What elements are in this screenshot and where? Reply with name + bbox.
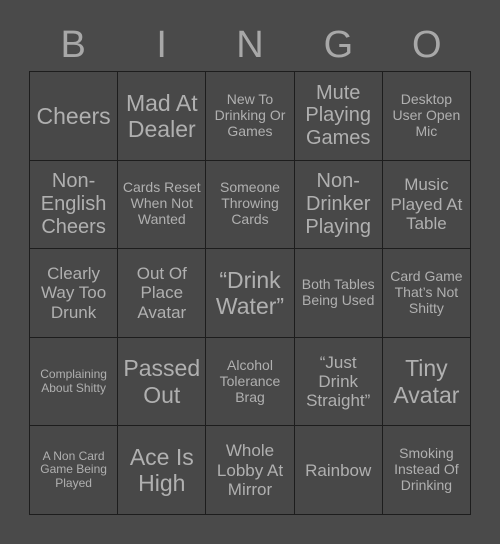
bingo-cell-label: Music Played At Table: [390, 175, 463, 234]
bingo-cell-r1c4[interactable]: Mute Playing Games: [294, 72, 382, 160]
bingo-cell-r4c4[interactable]: “Just Drink Straight”: [294, 337, 382, 426]
bingo-cell-r3c1[interactable]: Clearly Way Too Drunk: [30, 249, 118, 337]
bingo-cell-r5c3[interactable]: Whole Lobby At Mirror: [206, 426, 294, 514]
bingo-cell-label: Ace Is High: [129, 443, 194, 497]
bingo-cell-label: New To Drinking Or Games: [214, 90, 286, 139]
bingo-header-letter-b: B: [60, 23, 86, 66]
bingo-cell-r4c5[interactable]: Tiny Avatar: [382, 337, 470, 426]
bingo-cell-label: Mad At Dealer: [125, 89, 198, 142]
bingo-grid: Cheers Mad At Dealer New To Drinking Or Ga…: [29, 71, 471, 515]
bingo-cell-r5c2[interactable]: Ace Is High: [118, 426, 206, 514]
bingo-cell-r2c4[interactable]: Non-Drinker Playing: [294, 160, 382, 249]
bingo-cell-label: Desktop User Open Mic: [392, 90, 461, 139]
bingo-cell-label: Out Of Place Avatar: [136, 263, 187, 322]
bingo-cell-r5c1[interactable]: A Non Card Game Being Played: [30, 426, 118, 514]
bingo-cell-r2c5[interactable]: Music Played At Table: [382, 160, 470, 249]
bingo-cell-r3c4[interactable]: Both Tables Being Used: [294, 249, 382, 337]
bingo-cell-r3c5[interactable]: Card Game That’s Not Shitty: [382, 249, 470, 337]
bingo-card: B I N G O Cheers Mad At Dealer New To Drinking…: [29, 18, 471, 515]
bingo-header-letter-g: G: [323, 23, 354, 66]
bingo-cell-label: Clearly Way Too Drunk: [40, 263, 107, 322]
bingo-cell-r3c3[interactable]: “Drink Water”: [206, 249, 294, 337]
bingo-cell-label: “Just Drink Straight”: [306, 352, 371, 411]
bingo-cell-label: Rainbow: [305, 460, 372, 480]
bingo-cell-label: Cheers: [36, 102, 111, 129]
bingo-cell-r2c3[interactable]: Someone Throwing Cards: [206, 160, 294, 249]
bingo-cell-label: Card Game That’s Not Shitty: [390, 268, 463, 316]
bingo-cell-r4c2[interactable]: Passed Out: [118, 337, 206, 426]
bingo-cell-r1c5[interactable]: Desktop User Open Mic: [382, 72, 470, 160]
bingo-cell-label: Alcohol Tolerance Brag: [219, 356, 281, 405]
bingo-cell-r5c4[interactable]: Rainbow: [294, 426, 382, 514]
bingo-cell-label: Smoking Instead Of Drinking: [394, 445, 459, 494]
bingo-header-letter-n: N: [236, 23, 264, 66]
bingo-cell-label: Non-Drinker Playing: [305, 170, 371, 238]
bingo-header-letter-i: I: [156, 23, 167, 66]
bingo-cell-r4c3[interactable]: Alcohol Tolerance Brag: [206, 337, 294, 426]
bingo-cell-label: Non-English Cheers: [40, 170, 107, 238]
bingo-cell-r1c3[interactable]: New To Drinking Or Games: [206, 72, 294, 160]
bingo-cell-label: Complaining About Shitty: [40, 366, 107, 395]
bingo-cell-label: Both Tables Being Used: [301, 276, 375, 308]
bingo-cell-label: Tiny Avatar: [393, 355, 460, 408]
bingo-cell-label: Whole Lobby At Mirror: [216, 441, 284, 499]
bingo-cell-label: Mute Playing Games: [305, 81, 371, 150]
bingo-cell-r1c2[interactable]: Mad At Dealer: [118, 72, 206, 160]
bingo-header-letter-o: O: [412, 23, 442, 66]
bingo-cell-r4c1[interactable]: Complaining About Shitty: [30, 337, 118, 426]
bingo-cell-label: Cards Reset When Not Wanted: [122, 179, 201, 228]
bingo-cell-r2c1[interactable]: Non-English Cheers: [30, 160, 118, 249]
bingo-cell-r5c5[interactable]: Smoking Instead Of Drinking: [382, 426, 470, 514]
bingo-cell-label: Passed Out: [123, 355, 201, 408]
bingo-cell-r1c1[interactable]: Cheers: [30, 72, 118, 160]
bingo-cell-r2c2[interactable]: Cards Reset When Not Wanted: [118, 160, 206, 249]
bingo-cell-label: Someone Throwing Cards: [220, 179, 280, 228]
bingo-header: BINGO: [29, 18, 471, 71]
bingo-cell-r3c2[interactable]: Out Of Place Avatar: [118, 249, 206, 337]
bingo-cell-label: “Drink Water”: [215, 266, 285, 319]
bingo-cell-label: A Non Card Game Being Played: [40, 448, 107, 491]
